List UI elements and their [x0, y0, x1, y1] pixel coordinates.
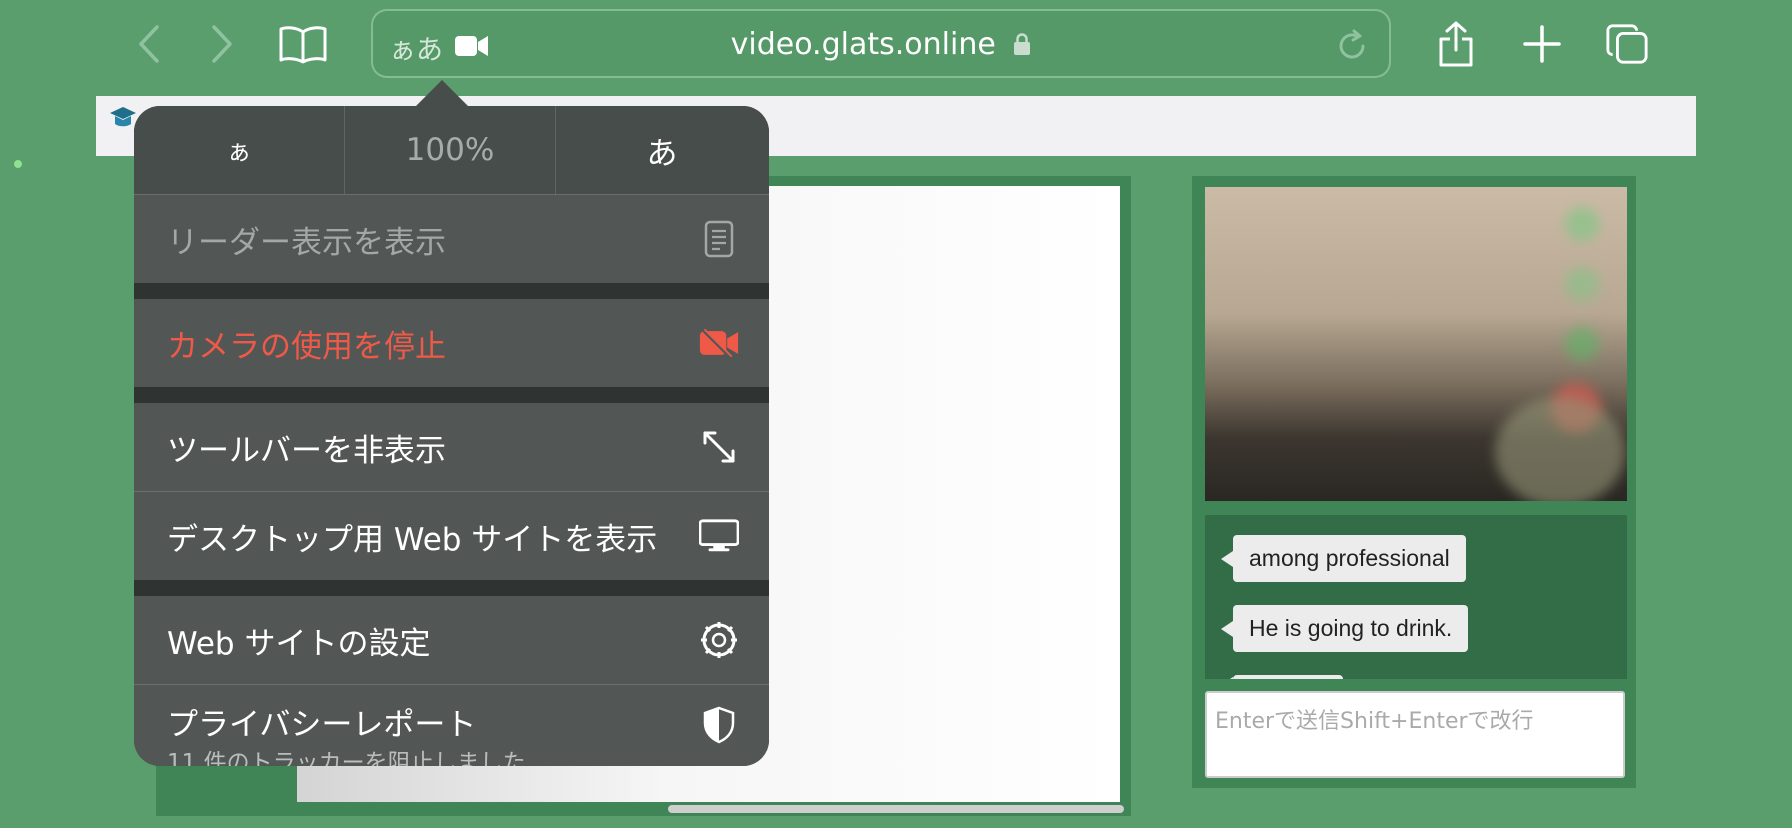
camera-video — [1205, 187, 1627, 501]
menu-item-desktop-site[interactable]: デスクトップ用 Web サイトを表示 — [134, 492, 769, 580]
chevron-left-icon — [139, 25, 159, 63]
reload-icon[interactable] — [1335, 29, 1369, 63]
menu-item-label: カメラの使用を停止 — [167, 328, 446, 365]
book-icon — [279, 26, 327, 64]
menu-item-label: ツールバーを非表示 — [167, 432, 446, 469]
gear-icon — [699, 620, 739, 660]
chat-message: He is going to drink. — [1220, 605, 1469, 652]
page-menu-popover: ぁ 100% あ リーダー表示を表示 カメラの使用を停止 ツールバーを非表示 デ… — [134, 106, 769, 766]
popover-arrow — [414, 80, 470, 108]
plus-icon — [1523, 25, 1561, 63]
decrease-text-size-button[interactable]: ぁ — [134, 106, 344, 194]
chat-message-partial — [1221, 675, 1343, 679]
menu-item-label: デスクトップ用 Web サイトを表示 — [167, 521, 658, 558]
horizontal-scrollbar[interactable] — [668, 805, 1124, 813]
chevron-right-icon — [212, 25, 232, 63]
forward-button[interactable] — [200, 22, 244, 66]
new-tab-button[interactable] — [1520, 22, 1564, 66]
menu-item-hide-toolbar[interactable]: ツールバーを非表示 — [134, 403, 769, 491]
menu-item-reader[interactable]: リーダー表示を表示 — [134, 195, 769, 283]
increase-text-size-button[interactable]: あ — [556, 106, 768, 194]
address-bar[interactable]: ぁあ video.glats.online — [371, 9, 1391, 78]
lock-icon — [1014, 33, 1031, 55]
zoom-controls: ぁ 100% あ — [134, 106, 769, 194]
chat-log[interactable]: among professional He is going to drink. — [1205, 515, 1627, 679]
url-display[interactable]: video.glats.online — [373, 27, 1389, 62]
desktop-icon — [699, 516, 739, 556]
share-icon — [1439, 21, 1473, 67]
status-dot — [14, 160, 22, 168]
back-button[interactable] — [127, 22, 171, 66]
menu-item-website-settings[interactable]: Web サイトの設定 — [134, 596, 769, 684]
menu-item-label: リーダー表示を表示 — [167, 224, 446, 261]
privacy-report-sublabel: 11 件のトラッカーを阻止しました — [167, 750, 526, 766]
menu-item-stop-camera[interactable]: カメラの使用を停止 — [134, 299, 769, 387]
tabs-button[interactable] — [1605, 22, 1649, 66]
chat-input-box[interactable] — [1205, 691, 1625, 778]
tabs-icon — [1606, 24, 1648, 64]
menu-item-label: プライバシーレポート — [167, 707, 477, 743]
zoom-level[interactable]: 100% — [345, 106, 555, 194]
reader-icon — [699, 219, 739, 259]
bookmarks-button[interactable] — [278, 22, 328, 66]
url-text: video.glats.online — [730, 27, 996, 62]
chat-message: among professional — [1221, 535, 1466, 582]
shield-icon — [699, 705, 739, 745]
menu-item-label: Web サイトの設定 — [167, 625, 431, 662]
expand-icon — [699, 427, 739, 467]
camera-off-icon — [699, 323, 739, 363]
share-button[interactable] — [1434, 18, 1478, 70]
chat-input[interactable] — [1207, 693, 1623, 776]
